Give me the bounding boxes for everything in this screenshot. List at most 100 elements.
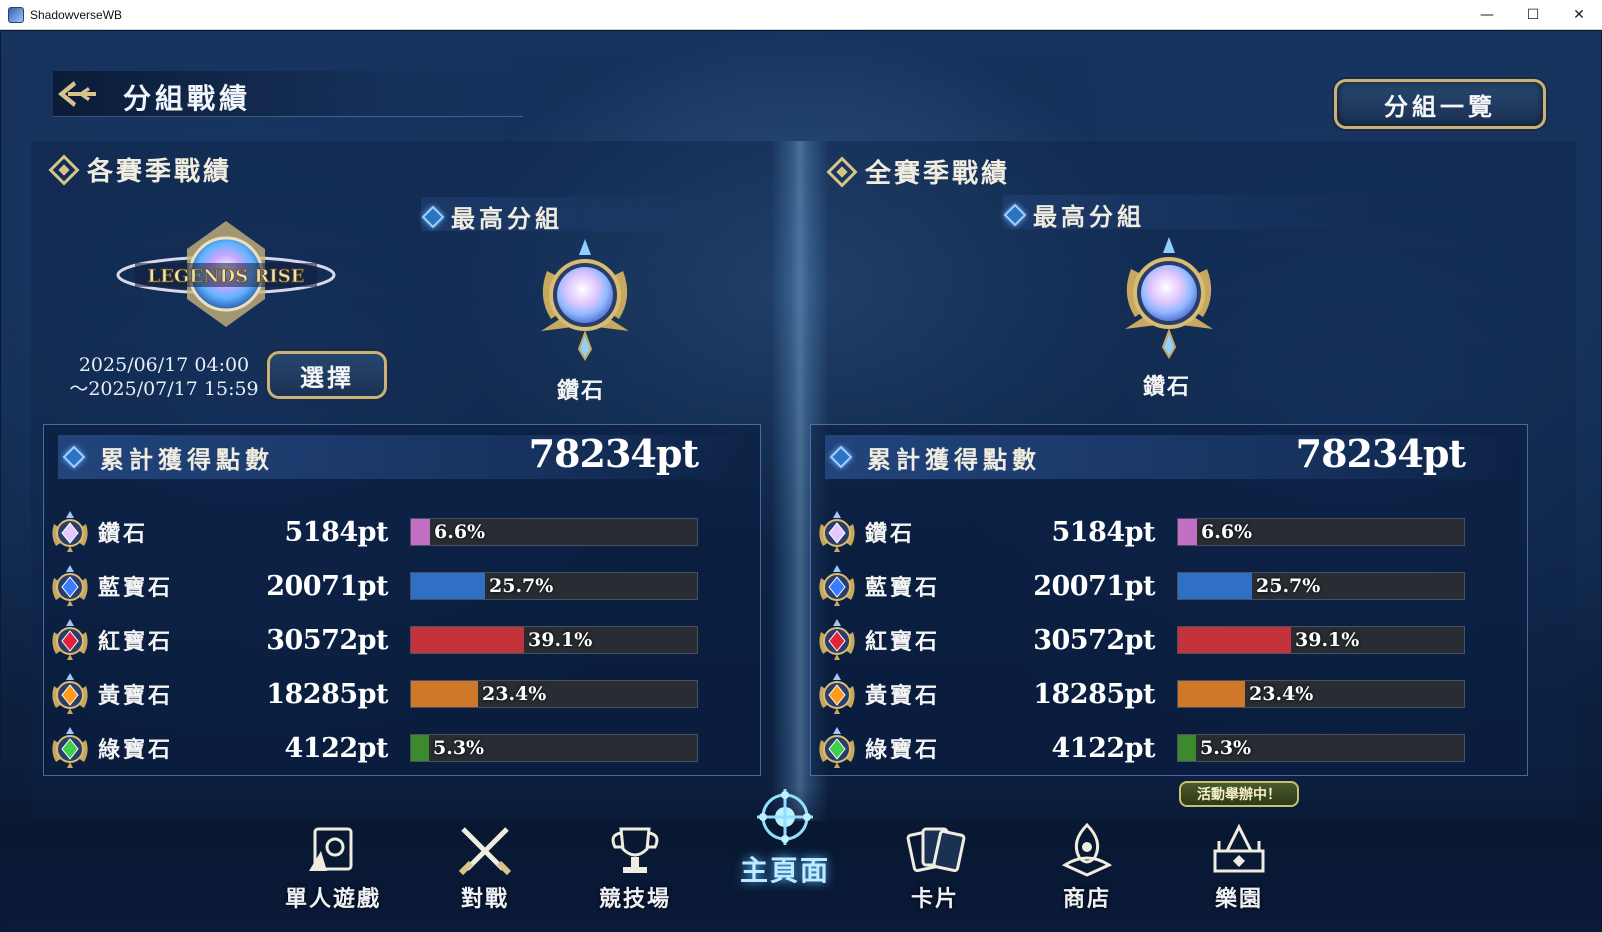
rank-name: 藍寶石: [98, 575, 174, 601]
nav-label: 樂園: [1214, 886, 1263, 912]
rank-list-button[interactable]: 分組一覽: [1334, 79, 1546, 129]
season-heading: 各賽季戰績: [48, 151, 232, 188]
rank-share-fill: [1178, 573, 1252, 599]
alltime-best-heading: 最高分組: [1003, 197, 1145, 232]
season-total-label: 累計獲得點數: [100, 444, 274, 474]
alltime-total-label: 累計獲得點數: [867, 444, 1041, 474]
season-stats-panel: 累計獲得點數 78234pt 鑽石 5184pt 6.6% 藍寶石 20071pt 25.…: [43, 424, 761, 776]
nav-battle[interactable]: 對戰: [425, 821, 545, 921]
rank-points: 18285pt: [1033, 678, 1155, 710]
app-icon: [8, 6, 24, 23]
rank-share-bar: 39.1%: [1177, 626, 1465, 654]
nav-home[interactable]: 主頁面: [725, 789, 845, 889]
rank-share-fill: [411, 573, 485, 599]
rank-share-bar: 23.4%: [410, 680, 698, 708]
blue-diamond-icon: [421, 205, 445, 228]
rank-share-fill: [411, 519, 430, 545]
cards-icon: [906, 827, 966, 873]
rank-gem-icon: [52, 673, 88, 714]
rank-name: 綠寶石: [98, 737, 174, 763]
rank-gem-icon: [819, 727, 855, 768]
rank-share-bar: 5.3%: [410, 734, 698, 762]
rank-share-fill: [1178, 627, 1291, 653]
nav-shop[interactable]: 商店: [1027, 821, 1147, 921]
rank-share-percent: 6.6%: [434, 521, 486, 543]
event-badge: 活動舉辦中！: [1179, 781, 1299, 807]
rank-share-percent: 39.1%: [528, 629, 593, 651]
rank-name: 紅寶石: [865, 629, 941, 655]
minimize-button[interactable]: —: [1464, 0, 1510, 30]
back-arrow-icon: [58, 81, 96, 107]
rank-share-fill: [411, 681, 478, 707]
rank-share-percent: 5.3%: [1200, 737, 1252, 759]
season-total-value: 78234pt: [528, 431, 699, 476]
rank-share-percent: 6.6%: [1201, 521, 1253, 543]
rank-points: 30572pt: [1033, 624, 1155, 656]
diamond-rank-emblem: [541, 239, 629, 361]
rank-share-bar: 23.4%: [1177, 680, 1465, 708]
close-button[interactable]: ✕: [1556, 0, 1602, 30]
rank-name: 黃寶石: [865, 683, 941, 709]
rank-gem-icon: [52, 619, 88, 660]
rank-share-bar: 25.7%: [410, 572, 698, 600]
rank-gem-icon: [52, 511, 88, 552]
nav-label: 競技場: [598, 886, 671, 912]
season-best-heading-label: 最高分組: [451, 204, 563, 233]
diamond-rank-emblem: [1125, 237, 1213, 359]
rank-share-fill: [1178, 681, 1245, 707]
window-titlebar: ShadowverseWB — ☐ ✕: [0, 0, 1602, 30]
season-total-row: 累計獲得點數 78234pt: [58, 431, 748, 479]
season-rank-row: 黃寶石 18285pt 23.4%: [50, 669, 750, 719]
season-best-rank: 鑽石: [556, 378, 605, 404]
rank-share-percent: 5.3%: [433, 737, 485, 759]
season-dates: 2025/06/17 04:00 ～2025/07/17 15:59: [69, 353, 259, 401]
rank-gem-icon: [819, 673, 855, 714]
rank-gem-icon: [819, 565, 855, 606]
rank-name: 鑽石: [865, 521, 916, 547]
alltime-rank-row: 藍寶石 20071pt 25.7%: [817, 561, 1517, 611]
rank-share-bar: 25.7%: [1177, 572, 1465, 600]
rank-name: 紅寶石: [98, 629, 174, 655]
season-select-button[interactable]: 選擇: [267, 351, 387, 399]
season-best-heading: 最高分組: [421, 199, 563, 234]
alltime-best-heading-label: 最高分組: [1033, 202, 1145, 231]
rank-share-percent: 25.7%: [489, 575, 554, 597]
alltime-total-value: 78234pt: [1295, 431, 1466, 476]
rank-share-percent: 39.1%: [1295, 629, 1360, 651]
nav-cards[interactable]: 卡片: [875, 821, 995, 921]
rank-name: 黃寶石: [98, 683, 174, 709]
rank-points: 4122pt: [1051, 732, 1156, 764]
rank-points: 4122pt: [284, 732, 389, 764]
park-icon: [1213, 823, 1265, 873]
shop-icon: [1061, 822, 1113, 877]
season-rank-row: 鑽石 5184pt 6.6%: [50, 507, 750, 557]
crossed-swords-icon: [458, 827, 512, 876]
window-title: ShadowverseWB: [30, 7, 123, 22]
rank-share-fill: [411, 627, 524, 653]
alltime-rank-row: 綠寶石 4122pt 5.3%: [817, 723, 1517, 773]
alltime-rank-row: 紅寶石 30572pt 39.1%: [817, 615, 1517, 665]
rank-share-bar: 6.6%: [410, 518, 698, 546]
rank-share-bar: 5.3%: [1177, 734, 1465, 762]
maximize-button[interactable]: ☐: [1510, 0, 1556, 30]
nav-park[interactable]: 樂園: [1179, 821, 1299, 921]
alltime-total-row: 累計獲得點數 78234pt: [825, 431, 1515, 479]
blue-diamond-icon: [829, 445, 853, 469]
diamond-bullet-icon: [48, 153, 80, 186]
back-button[interactable]: [53, 76, 99, 112]
blue-diamond-icon: [1003, 203, 1027, 226]
rank-name: 綠寶石: [865, 737, 941, 763]
trophy-icon: [611, 827, 659, 873]
season-date-start: 2025/06/17 04:00: [78, 354, 250, 376]
rank-points: 30572pt: [266, 624, 388, 656]
alltime-rank-row: 鑽石 5184pt 6.6%: [817, 507, 1517, 557]
rank-share-percent: 23.4%: [482, 683, 547, 705]
nav-label: 主頁面: [739, 854, 830, 887]
rank-name: 鑽石: [98, 521, 149, 547]
rank-share-fill: [1178, 735, 1196, 761]
alltime-heading-label: 全賽季戰績: [865, 159, 1011, 189]
nav-solo[interactable]: 單人遊戲: [273, 821, 393, 921]
rank-share-percent: 23.4%: [1249, 683, 1314, 705]
rank-share-percent: 25.7%: [1256, 575, 1321, 597]
nav-arena[interactable]: 競技場: [575, 821, 695, 921]
